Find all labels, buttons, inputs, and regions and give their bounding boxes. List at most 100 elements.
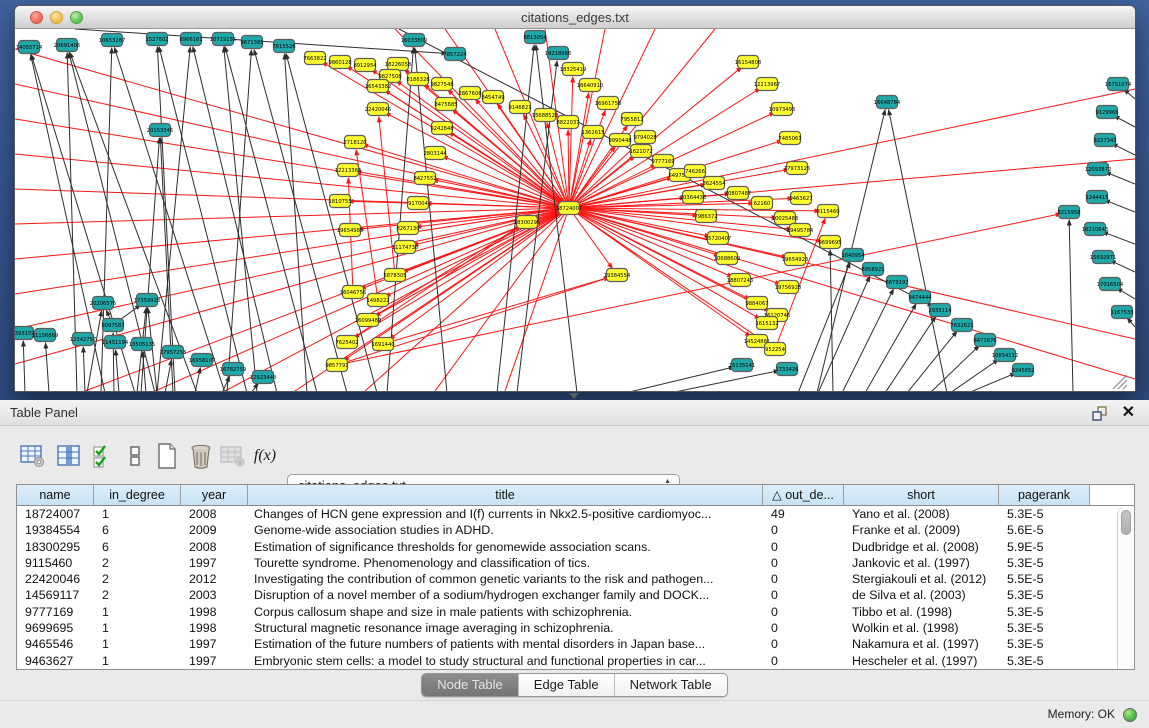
graph-node-17973125[interactable]: 17973125 (784, 162, 810, 175)
zoom-window-button[interactable] (70, 11, 83, 24)
new-table-icon[interactable] (152, 440, 182, 472)
graph-node-6966161[interactable]: 6966161 (179, 33, 202, 46)
table-row[interactable]: 977716911998Corpus callosum shape and si… (17, 604, 1134, 620)
graph-node-19756928[interactable]: 19756928 (775, 281, 801, 294)
citation-edge-black[interactable] (116, 350, 119, 391)
citation-edge-red[interactable] (15, 208, 569, 364)
graph-node-10973493[interactable]: 10973493 (769, 103, 795, 116)
table-scrollbar[interactable] (1117, 507, 1133, 669)
graph-node-16648784[interactable]: 16648784 (874, 96, 901, 109)
citation-edge-black[interactable] (46, 343, 49, 391)
graph-node-12213363[interactable]: 12213363 (335, 164, 361, 177)
graph-node-1691440[interactable]: 1691440 (371, 338, 394, 351)
graph-node-917004[interactable]: 917004 (408, 197, 429, 210)
graph-node-10654112[interactable]: 10654112 (992, 349, 1018, 362)
tab-node-table[interactable]: Node Table (422, 674, 519, 696)
graph-node-2935114[interactable]: 2935114 (928, 304, 952, 317)
graph-node-12213967[interactable]: 12213967 (754, 78, 780, 91)
citation-edge-black[interactable] (224, 47, 257, 391)
citation-edge-red[interactable] (402, 208, 569, 272)
graph-node-22420046[interactable]: 22420046 (365, 103, 391, 116)
citation-edge-red[interactable] (416, 208, 569, 227)
citation-edge-red[interactable] (569, 89, 1135, 208)
graph-node-10688609[interactable]: 10688609 (714, 252, 740, 265)
graph-node-9860128[interactable]: 9860128 (328, 56, 351, 69)
citation-edge-black[interactable] (670, 371, 779, 391)
graph-node-18325419[interactable]: 18325419 (560, 63, 586, 76)
graph-node-15135141[interactable]: 15135141 (729, 359, 755, 372)
graph-node-17957253[interactable]: 17957253 (160, 346, 186, 359)
citation-edge-black[interactable] (1069, 220, 1073, 391)
graph-node-18300295[interactable]: 18300295 (514, 216, 540, 229)
graph-node-8471676[interactable]: 8471676 (973, 334, 996, 347)
graph-node-20206576[interactable]: 20206576 (90, 297, 116, 310)
column-header-year[interactable]: year (181, 485, 248, 505)
table-column-icon[interactable] (54, 440, 84, 472)
graph-node-19495784[interactable]: 19495784 (787, 224, 814, 237)
column-header-out_de[interactable]: △ out_de... (763, 485, 844, 505)
citation-edge-red[interactable] (225, 208, 569, 391)
column-header-in_degree[interactable]: in_degree (94, 485, 181, 505)
citation-edge-black[interactable] (143, 352, 146, 391)
graph-node-10807487[interactable]: 10807487 (725, 187, 751, 200)
graph-node-7663822[interactable]: 7663822 (303, 52, 326, 65)
graph-node-9227343[interactable]: 9227343 (1093, 134, 1116, 147)
minimize-window-button[interactable] (50, 11, 63, 24)
graph-node-20153346[interactable]: 20153346 (147, 124, 173, 137)
graph-node-8186328[interactable]: 8186328 (406, 73, 429, 86)
citation-edge-black[interactable] (950, 360, 998, 391)
graph-node-3624554[interactable]: 3624554 (702, 177, 726, 190)
graph-node-7485063[interactable]: 7485063 (778, 132, 801, 145)
graph-node-1733426[interactable]: 1733426 (775, 363, 798, 376)
graph-node-19384554[interactable]: 19384554 (604, 269, 631, 282)
graph-node-16543382[interactable]: 16543382 (365, 80, 391, 93)
close-window-button[interactable] (30, 11, 43, 24)
canvas-resize-grip[interactable] (1113, 375, 1127, 389)
delete-table-icon[interactable] (186, 440, 216, 472)
column-header-short[interactable]: short (844, 485, 999, 505)
graph-node-13505135[interactable]: 13505135 (129, 338, 155, 351)
graph-node-9097587[interactable]: 9097587 (101, 319, 124, 332)
citation-edge-black[interactable] (83, 347, 85, 391)
panel-split-handle[interactable] (569, 393, 579, 399)
citation-edge-red[interactable] (505, 208, 569, 391)
citation-edge-red[interactable] (569, 208, 780, 284)
graph-node-9474444[interactable]: 9474444 (908, 291, 932, 304)
graph-node-1498222[interactable]: 1498222 (366, 294, 389, 307)
citation-edge-black[interactable] (165, 360, 171, 391)
graph-node-1615132[interactable]: 1615132 (755, 317, 778, 330)
graph-node-746266[interactable]: 746266 (685, 165, 706, 178)
node-table[interactable]: namein_degreeyeartitle△ out_de...shortpa… (16, 484, 1135, 670)
graph-node-17359928[interactable]: 17359928 (134, 294, 160, 307)
citation-edge-black[interactable] (865, 304, 916, 391)
table-row[interactable]: 1456911722003Disruption of a novel membe… (17, 587, 1134, 603)
graph-node-9245652[interactable]: 9245652 (1011, 364, 1034, 377)
graph-node-9129966[interactable]: 9129966 (1095, 106, 1118, 119)
graph-node-9857791[interactable]: 9857791 (325, 359, 348, 372)
graph-node-12093872[interactable]: 12093872 (1085, 163, 1111, 176)
graph-node-7632621[interactable]: 7632621 (950, 319, 973, 332)
citation-edge-black[interactable] (1127, 318, 1135, 327)
graph-node-12923448[interactable]: 12923448 (250, 371, 276, 384)
graph-node-19218986[interactable]: 19218986 (545, 47, 571, 60)
graph-node-10025488[interactable]: 10025488 (772, 212, 798, 225)
graph-node-16958107[interactable]: 16958107 (189, 354, 215, 367)
graph-node-8267130[interactable]: 8267130 (396, 222, 419, 235)
citation-edge-black[interactable] (907, 331, 957, 391)
graph-node-18807243[interactable]: 18807243 (727, 274, 753, 287)
graph-node-2803144[interactable]: 2803144 (423, 147, 447, 160)
citation-edge-black[interactable] (930, 346, 979, 391)
column-header-pagerank[interactable]: pagerank (999, 485, 1090, 505)
citation-edge-black[interactable] (625, 367, 734, 391)
graph-node-11451194[interactable]: 11451194 (102, 336, 129, 349)
graph-node-8427552[interactable]: 8427552 (413, 172, 436, 185)
network-canvas[interactable]: 1872400714055714206914061065328715276026… (15, 29, 1135, 391)
table-row[interactable]: 946362711997Embryonic stem cells: a mode… (17, 653, 1134, 669)
citation-edge-red[interactable] (569, 208, 1135, 379)
graph-node-1527602[interactable]: 1527602 (145, 33, 168, 46)
citation-edge-black[interactable] (1104, 200, 1135, 212)
table-row[interactable]: 1830029562008Estimation of significance … (17, 539, 1134, 555)
graph-node-5878305[interactable]: 5878305 (383, 269, 406, 282)
table-row[interactable]: 1872400712008Changes of HCN gene express… (17, 506, 1134, 522)
graph-node-952254[interactable]: 952254 (765, 343, 786, 356)
